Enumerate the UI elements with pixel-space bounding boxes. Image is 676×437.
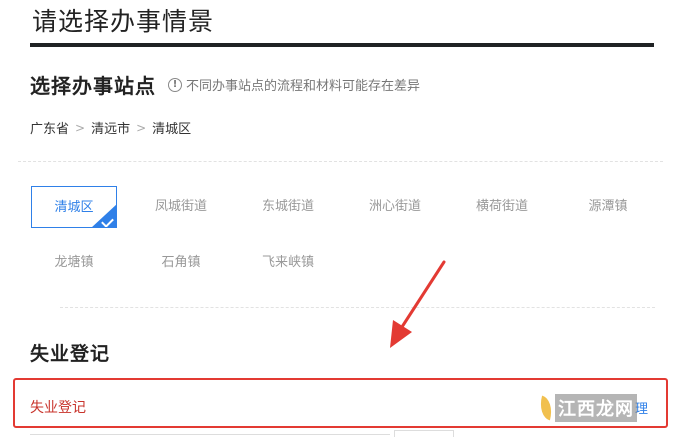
station-option-qingcheng[interactable]: 清城区 <box>31 186 117 228</box>
station-label: 源潭镇 <box>588 199 628 214</box>
station-section-header: 选择办事站点 ! 不同办事站点的流程和材料可能存在差异 <box>30 70 420 99</box>
station-option-feilaixia[interactable]: 飞来峡镇 <box>245 242 331 284</box>
station-label: 飞来峡镇 <box>261 255 314 270</box>
station-label: 洲心街道 <box>368 199 421 214</box>
watermark-text: 江西龙网 <box>555 394 637 422</box>
notice-text: 不同办事站点的流程和材料可能存在差异 <box>186 79 421 94</box>
station-option-zhouxin[interactable]: 洲心街道 <box>352 186 438 228</box>
station-option-longtang[interactable]: 龙塘镇 <box>31 242 117 284</box>
station-label: 凤城街道 <box>154 199 207 214</box>
divider <box>30 434 390 435</box>
annotation-arrow <box>390 260 446 348</box>
leaf-logo-icon <box>536 395 556 421</box>
station-label: 东城街道 <box>261 199 314 214</box>
exclamation-icon: ! <box>168 77 182 92</box>
divider <box>18 161 663 162</box>
station-option-yuantan[interactable]: 源潭镇 <box>565 186 651 228</box>
breadcrumb-item-district[interactable]: 清城区 <box>152 118 191 137</box>
station-label: 清城区 <box>54 200 94 215</box>
station-option-shijiao[interactable]: 石角镇 <box>138 242 224 284</box>
title-rule <box>30 43 654 47</box>
section-title: 选择办事站点 <box>30 74 156 98</box>
station-label: 龙塘镇 <box>54 255 94 270</box>
chevron-right-icon: > <box>136 120 147 135</box>
service-item-label[interactable]: 失业登记 <box>30 397 86 417</box>
service-title: 失业登记 <box>30 343 111 365</box>
chevron-right-icon: > <box>75 120 86 135</box>
station-option-henghe[interactable]: 横荷街道 <box>459 186 545 228</box>
breadcrumb-item-city[interactable]: 清远市 <box>91 118 130 137</box>
station-label: 石角镇 <box>161 255 201 270</box>
watermark: 江西龙网 <box>536 388 642 428</box>
notice: ! 不同办事站点的流程和材料可能存在差异 <box>168 75 420 94</box>
breadcrumb-item-province[interactable]: 广东省 <box>30 118 69 137</box>
page-title: 请选择办事情景 <box>32 7 215 36</box>
station-option-dongcheng[interactable]: 东城街道 <box>245 186 331 228</box>
divider <box>60 307 655 308</box>
station-label: 横荷街道 <box>475 199 528 214</box>
breadcrumb: 广东省 > 清远市 > 清城区 <box>30 118 191 138</box>
partial-button[interactable] <box>394 430 454 437</box>
station-option-fengcheng[interactable]: 凤城街道 <box>138 186 224 228</box>
